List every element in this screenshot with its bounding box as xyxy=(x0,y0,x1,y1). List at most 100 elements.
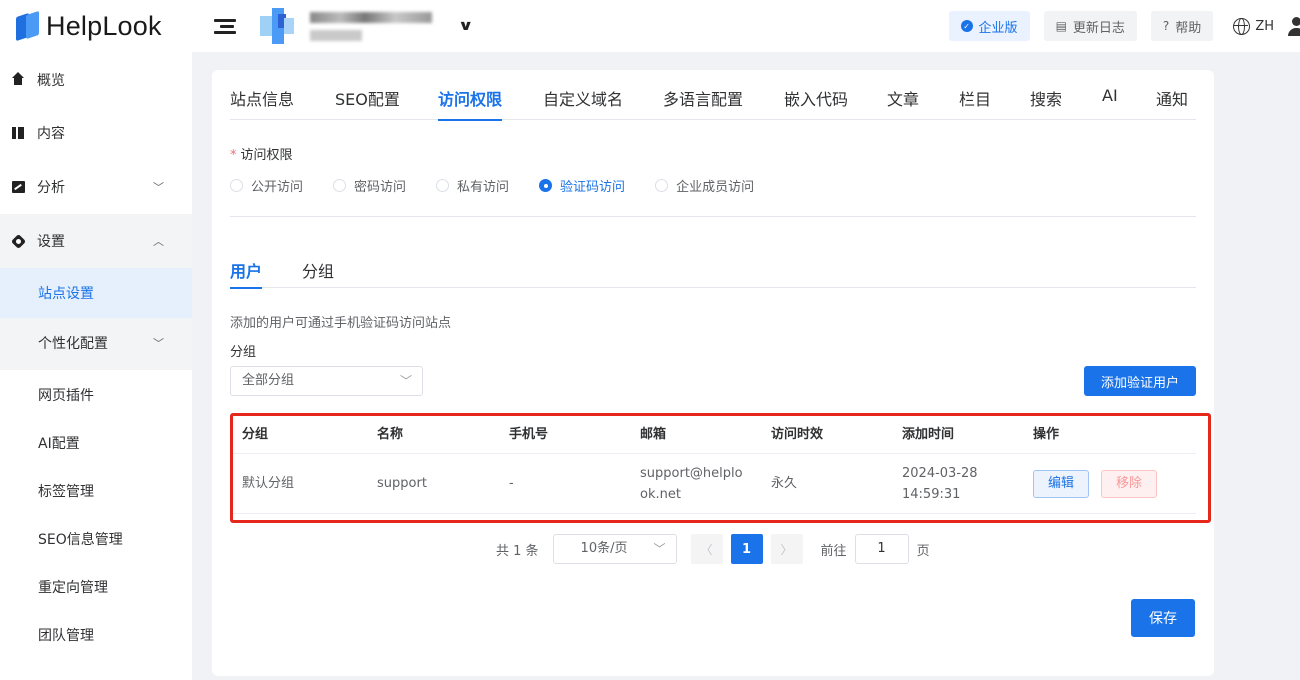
sidebar-item-seo-management[interactable]: SEO信息管理 xyxy=(0,514,192,564)
col-header-actions: 操作 xyxy=(1033,427,1060,442)
tab-groups[interactable]: 分组 xyxy=(302,258,334,288)
tab-users[interactable]: 用户 xyxy=(230,258,263,289)
goto-page-input[interactable]: 1 xyxy=(854,534,909,564)
radio-public[interactable]: 公开访问 xyxy=(230,176,303,195)
radio-checked-icon xyxy=(539,179,553,192)
sidebar-item-personalization[interactable]: 个性化配置 ﹀ xyxy=(0,318,192,368)
radio-circle-icon xyxy=(333,179,347,192)
chevron-down-icon: ﹀ xyxy=(399,374,412,388)
cell-actions: 编辑 移除 xyxy=(1033,454,1157,513)
site-avatar xyxy=(260,8,296,44)
sidebar-item-overview[interactable]: 概览 xyxy=(0,55,192,105)
table-row: 默认分组 support - support@helplook.net 永久 2… xyxy=(230,454,1196,514)
sidebar-item-label: 概览 xyxy=(37,73,65,89)
sidebar-item-label: 标签管理 xyxy=(38,484,94,500)
tab-articles[interactable]: 文章 xyxy=(887,86,919,120)
tab-custom-domain[interactable]: 自定义域名 xyxy=(543,86,623,120)
radio-private[interactable]: 私有访问 xyxy=(436,176,509,195)
tab-columns[interactable]: 栏目 xyxy=(959,86,991,120)
help-icon: ? xyxy=(1162,19,1170,33)
chevron-up-icon: ︿ xyxy=(153,235,164,248)
next-page-button[interactable]: 〉 xyxy=(770,534,803,564)
help-button[interactable]: ? 帮助 xyxy=(1150,11,1214,41)
col-header-email: 邮箱 xyxy=(640,427,667,442)
sidebar-item-label: 网页插件 xyxy=(38,388,94,404)
users-description: 添加的用户可通过手机验证码访问站点 xyxy=(230,316,452,331)
sidebar-item-label: 个性化配置 xyxy=(38,336,108,352)
page-size-value: 10条/页 xyxy=(580,541,628,556)
tab-ai[interactable]: AI xyxy=(1102,86,1118,120)
sidebar-item-label: 站点设置 xyxy=(38,286,94,302)
added-date: 2024-03-28 xyxy=(902,465,978,481)
group-filter-select[interactable]: 全部分组 ﹀ xyxy=(230,366,423,396)
tab-notify[interactable]: 通知 xyxy=(1156,86,1188,120)
user-icon[interactable] xyxy=(1288,16,1300,36)
radio-circle-icon xyxy=(436,179,450,192)
radio-password[interactable]: 密码访问 xyxy=(333,176,406,195)
sidebar-item-label: 内容 xyxy=(37,126,65,142)
sidebar-item-site-settings[interactable]: 站点设置 xyxy=(0,268,192,318)
tab-access[interactable]: 访问权限 xyxy=(438,86,503,121)
prev-page-button[interactable]: 〈 xyxy=(690,534,723,564)
gear-icon xyxy=(12,235,25,248)
edit-button[interactable]: 编辑 xyxy=(1033,469,1089,498)
chevron-down-icon: ﹀ xyxy=(153,337,164,350)
sidebar-item-ai-config[interactable]: AI配置 xyxy=(0,418,192,468)
sidebar-item-label: 重定向管理 xyxy=(38,580,108,596)
globe-icon xyxy=(1233,17,1251,35)
sidebar-item-tag-management[interactable]: 标签管理 xyxy=(0,466,192,516)
site-name-blurred xyxy=(310,11,432,41)
changelog-label: 更新日志 xyxy=(1072,20,1125,36)
enterprise-label: 企业版 xyxy=(978,20,1018,36)
radio-label: 密码访问 xyxy=(354,180,407,195)
goto-label: 前往 xyxy=(820,543,847,559)
sidebar-item-redirect-management[interactable]: 重定向管理 xyxy=(0,562,192,612)
page-unit-label: 页 xyxy=(916,543,930,559)
save-button[interactable]: 保存 xyxy=(1131,599,1195,637)
sidebar-item-label: 团队管理 xyxy=(38,628,94,644)
col-header-added-time: 添加时间 xyxy=(902,427,955,442)
group-filter-value: 全部分组 xyxy=(242,373,295,388)
language-switch[interactable]: ZH xyxy=(1233,17,1274,35)
sidebar-item-settings[interactable]: 设置 ︿ xyxy=(0,216,192,266)
cell-email: support@helplook.net xyxy=(640,454,750,513)
chevron-right-icon: 〉 xyxy=(780,542,793,557)
cell-added-time: 2024-03-28 14:59:31 xyxy=(902,454,978,513)
add-verified-user-button[interactable]: 添加验证用户 xyxy=(1084,366,1196,396)
sidebar-item-content[interactable]: 内容 xyxy=(0,108,192,158)
sidebar: 概览 内容 分析 ﹀ 设置 ︿ 站点设置 个性化配置 ﹀ 网页插件 AI配置 标… xyxy=(0,52,192,680)
sidebar-item-web-plugins[interactable]: 网页插件 xyxy=(0,370,192,420)
tab-embed-code[interactable]: 嵌入代码 xyxy=(784,86,848,120)
radio-enterprise-members[interactable]: 企业成员访问 xyxy=(655,176,754,195)
added-time: 14:59:31 xyxy=(902,486,961,502)
changelog-button[interactable]: ▤ 更新日志 xyxy=(1043,11,1137,41)
logo-text: HelpLook xyxy=(46,10,162,41)
tab-seo[interactable]: SEO配置 xyxy=(335,86,400,120)
site-switch-chevron-icon[interactable]: ∨ xyxy=(458,18,474,34)
logo[interactable]: HelpLook xyxy=(0,11,192,42)
help-label: 帮助 xyxy=(1175,20,1202,36)
sidebar-item-analytics[interactable]: 分析 ﹀ xyxy=(0,162,192,212)
chevron-left-icon: 〈 xyxy=(700,542,713,557)
remove-button[interactable]: 移除 xyxy=(1101,469,1157,498)
menu-toggle-icon[interactable] xyxy=(214,18,236,34)
radio-label: 公开访问 xyxy=(251,180,304,195)
enterprise-button[interactable]: ✓ 企业版 xyxy=(948,11,1030,41)
required-mark: * xyxy=(230,148,237,163)
cell-phone: - xyxy=(509,476,514,491)
users-table: 分组 名称 手机号 邮箱 访问时效 添加时间 操作 默认分组 support -… xyxy=(230,416,1196,514)
tab-search[interactable]: 搜索 xyxy=(1030,86,1062,120)
radio-circle-icon xyxy=(655,179,669,192)
sidebar-item-team-management[interactable]: 团队管理 xyxy=(0,610,192,660)
col-header-validity: 访问时效 xyxy=(771,427,824,442)
header-actions: ✓ 企业版 ▤ 更新日志 ? 帮助 ZH xyxy=(948,0,1300,52)
sidebar-item-label: 分析 xyxy=(37,180,65,196)
tab-site-info[interactable]: 站点信息 xyxy=(230,86,294,120)
radio-verification-code[interactable]: 验证码访问 xyxy=(539,176,625,195)
helplook-logo-icon xyxy=(14,10,40,42)
tab-multilingual[interactable]: 多语言配置 xyxy=(663,86,743,120)
current-page-button[interactable]: 1 xyxy=(730,534,763,564)
col-header-phone: 手机号 xyxy=(509,427,549,442)
user-group-tabs: 用户 分组 xyxy=(230,258,1196,289)
page-size-select[interactable]: 10条/页 ﹀ xyxy=(552,534,677,564)
